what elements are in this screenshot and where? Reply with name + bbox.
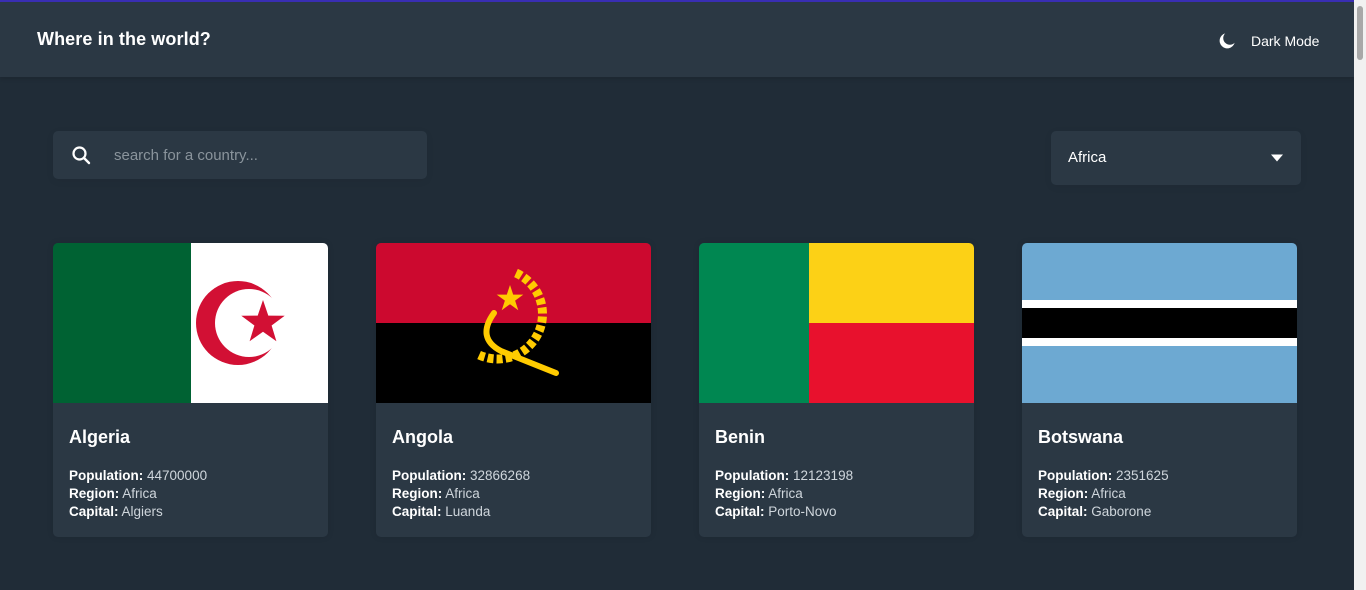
region-row: Region: Africa	[392, 485, 530, 503]
population-label: Population:	[715, 468, 790, 483]
capital-label: Capital:	[1038, 504, 1088, 519]
country-card-algeria[interactable]: Algeria Population: 44700000 Region: Afr…	[53, 243, 328, 537]
population-value: 2351625	[1116, 468, 1169, 483]
capital-row: Capital: Porto-Novo	[715, 503, 853, 521]
scrollbar-thumb[interactable]	[1357, 6, 1363, 60]
population-row: Population: 12123198	[715, 467, 853, 485]
capital-value: Luanda	[445, 504, 491, 519]
country-name: Angola	[392, 427, 453, 447]
algeria-flag	[53, 243, 328, 403]
region-label: Region:	[69, 486, 120, 501]
capital-row: Capital: Algiers	[69, 503, 207, 521]
capital-label: Capital:	[715, 504, 765, 519]
dark-mode-toggle[interactable]: Dark Mode	[1218, 29, 1319, 53]
botswana-flag	[1022, 243, 1297, 403]
population-value: 12123198	[793, 468, 854, 483]
country-card-angola[interactable]: Angola Population: 32866268 Region: Afri…	[376, 243, 651, 537]
population-label: Population:	[69, 468, 144, 483]
page-scrollbar[interactable]	[1354, 0, 1366, 590]
chevron-down-icon	[1271, 154, 1283, 162]
search-input[interactable]	[114, 131, 414, 179]
country-details: Population: 2351625 Region: Africa Capit…	[1038, 467, 1169, 521]
region-label: Region:	[392, 486, 443, 501]
country-details: Population: 12123198 Region: Africa Capi…	[715, 467, 853, 521]
app-title: Where in the world?	[37, 29, 211, 49]
capital-row: Capital: Gaborone	[1038, 503, 1169, 521]
country-card-benin[interactable]: Benin Population: 12123198 Region: Afric…	[699, 243, 974, 537]
population-row: Population: 32866268	[392, 467, 530, 485]
region-label: Region:	[715, 486, 766, 501]
region-value: Africa	[1091, 486, 1126, 501]
moon-icon	[1219, 33, 1235, 49]
population-row: Population: 44700000	[69, 467, 207, 485]
region-row: Region: Africa	[69, 485, 207, 503]
country-card-botswana[interactable]: Botswana Population: 2351625 Region: Afr…	[1022, 243, 1297, 537]
population-value: 44700000	[147, 468, 208, 483]
search-icon	[72, 146, 91, 165]
region-value: Africa	[122, 486, 157, 501]
capital-label: Capital:	[392, 504, 442, 519]
region-row: Region: Africa	[1038, 485, 1169, 503]
dark-mode-label: Dark Mode	[1251, 33, 1320, 49]
region-filter-value: Africa	[1068, 149, 1107, 166]
app-header: Where in the world? Dark Mode	[0, 2, 1354, 77]
capital-value: Gaborone	[1091, 504, 1152, 519]
region-filter-select[interactable]: Africa	[1051, 131, 1301, 185]
benin-flag	[699, 243, 974, 403]
population-row: Population: 2351625	[1038, 467, 1169, 485]
population-value: 32866268	[470, 468, 531, 483]
country-name: Benin	[715, 427, 766, 447]
region-value: Africa	[768, 486, 803, 501]
search-box[interactable]	[53, 131, 427, 179]
population-label: Population:	[1038, 468, 1113, 483]
angola-flag	[376, 243, 651, 403]
region-label: Region:	[1038, 486, 1089, 501]
capital-value: Algiers	[121, 504, 163, 519]
capital-label: Capital:	[69, 504, 119, 519]
country-details: Population: 44700000 Region: Africa Capi…	[69, 467, 207, 521]
capital-value: Porto-Novo	[768, 504, 837, 519]
region-row: Region: Africa	[715, 485, 853, 503]
region-value: Africa	[445, 486, 480, 501]
country-name: Botswana	[1038, 427, 1124, 447]
population-label: Population:	[392, 468, 467, 483]
country-details: Population: 32866268 Region: Africa Capi…	[392, 467, 530, 521]
capital-row: Capital: Luanda	[392, 503, 530, 521]
country-name: Algeria	[69, 427, 131, 447]
